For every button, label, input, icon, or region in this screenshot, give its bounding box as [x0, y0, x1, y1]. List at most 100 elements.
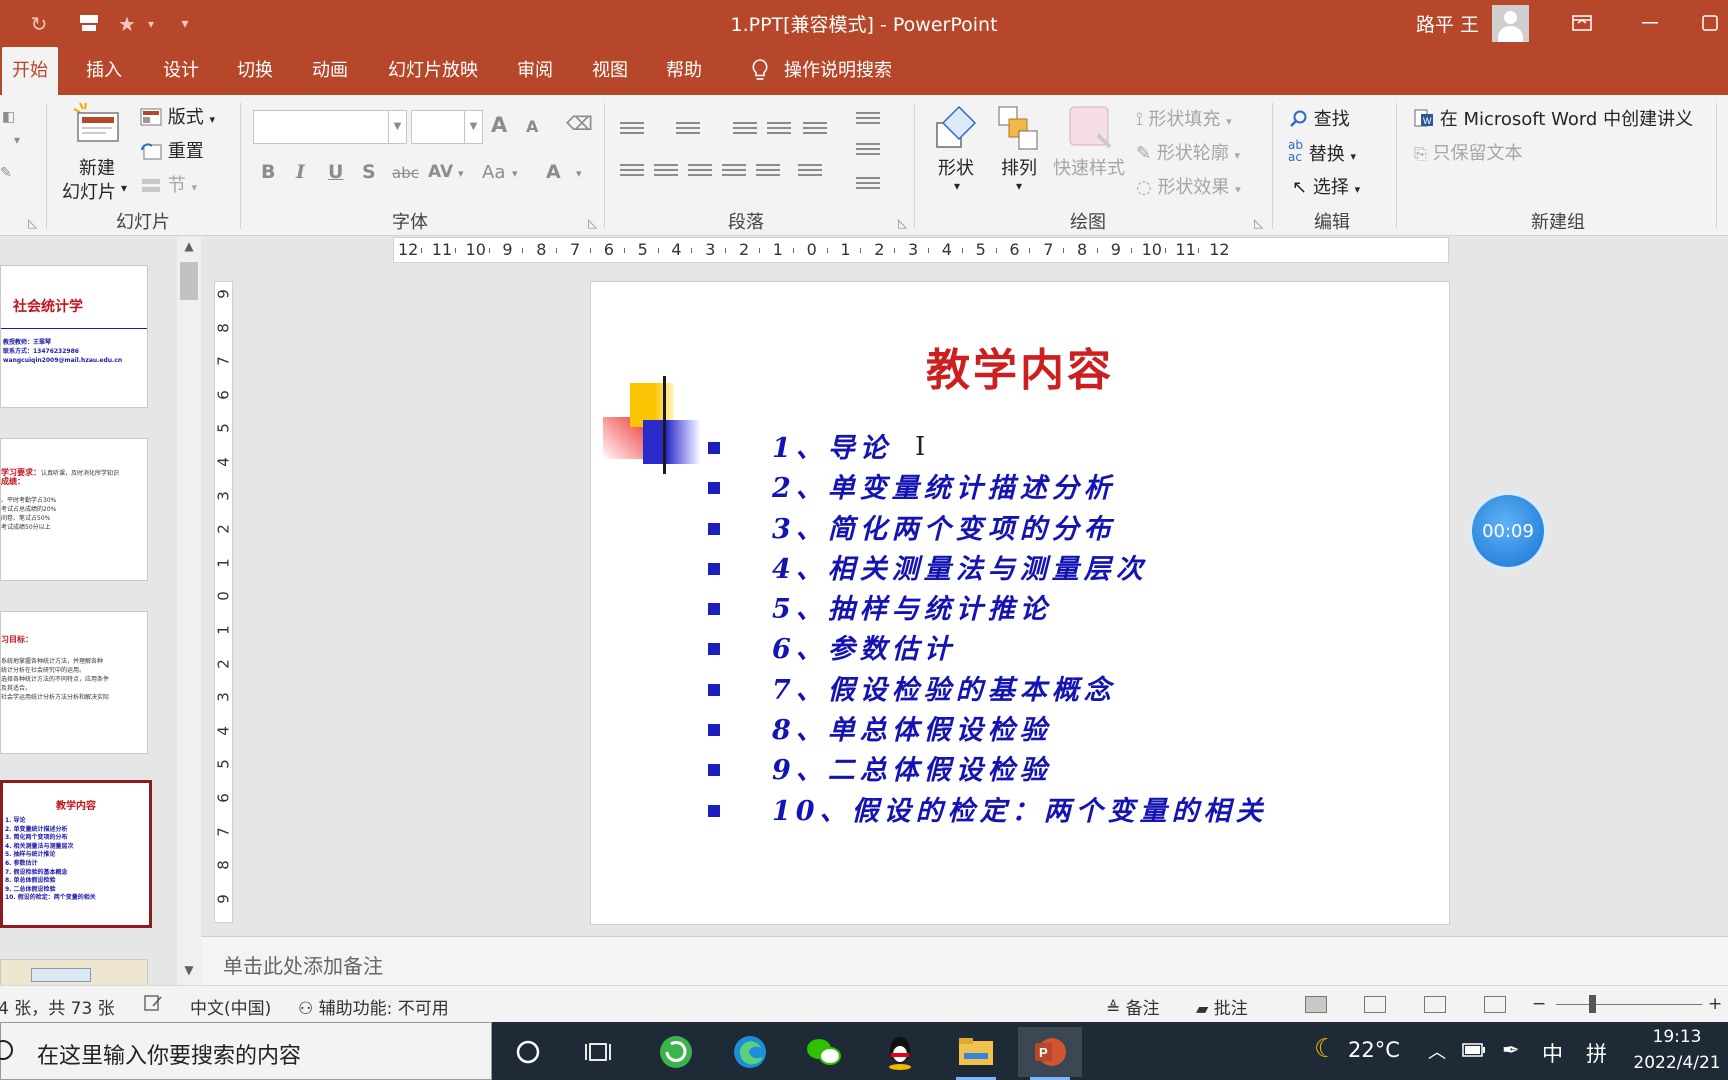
new-slide-label[interactable]: 新建 [79, 154, 115, 180]
notes-button[interactable]: ≜ 备注 [1106, 994, 1160, 1019]
dialog-launcher-icon[interactable]: ◺ [1254, 216, 1263, 230]
task-view-icon[interactable] [566, 1027, 630, 1077]
tab-view[interactable]: 视图 [582, 47, 638, 95]
increase-indent-icon[interactable] [767, 119, 791, 139]
font-color-button[interactable]: A [546, 161, 561, 183]
strikethrough-button[interactable]: abc [392, 164, 419, 182]
reading-view-icon[interactable] [1424, 996, 1446, 1013]
zoom-slider-thumb[interactable] [1589, 995, 1596, 1013]
slide-thumbnail-4[interactable]: 教学内容 1. 导论 2. 单变量统计描述分析 3. 简化两个变项的分布 4. … [0, 780, 152, 928]
powerpoint-icon[interactable]: P [1018, 1027, 1082, 1080]
minimize-icon[interactable] [1630, 8, 1670, 38]
slide-thumbnail-2[interactable]: 学习要求：认真听课，及时消化所学知识 成绩： 、平时考勤学占30% 考试占总成绩… [0, 438, 148, 581]
browser-360-icon[interactable] [644, 1027, 708, 1077]
line-spacing-icon[interactable] [803, 119, 827, 139]
chevron-down-icon[interactable]: ▾ [458, 167, 464, 180]
comments-button[interactable]: ▰ 批注 [1196, 994, 1248, 1019]
char-spacing-button[interactable]: AV [428, 162, 453, 182]
scroll-down-icon[interactable]: ▼ [177, 963, 201, 983]
section-button[interactable]: 节 ▾ [140, 171, 197, 197]
format-painter-icon[interactable]: ✎ [0, 165, 12, 181]
tab-transitions[interactable]: 切换 [227, 47, 283, 95]
ime-language[interactable]: 中 [1542, 1038, 1563, 1068]
align-text-icon[interactable] [856, 140, 880, 160]
clock-time[interactable]: 19:13 [1622, 1027, 1728, 1047]
keep-text-only-button[interactable]: ⎘ 只保留文本 [1414, 139, 1523, 165]
numbering-icon[interactable] [676, 119, 700, 139]
replace-button[interactable]: ab ac 替换 ▾ [1288, 139, 1356, 166]
shrink-font-button[interactable]: A [526, 117, 538, 136]
grow-font-button[interactable]: A [491, 113, 507, 137]
shapes-button[interactable]: 形状 [938, 154, 974, 180]
justify-icon[interactable] [722, 161, 746, 181]
shape-effects-button[interactable]: ◌ 形状效果 ▾ [1136, 173, 1241, 199]
create-handouts-button[interactable]: W 在 Microsoft Word 中创建讲义 [1414, 105, 1693, 131]
dialog-launcher-icon[interactable]: ◺ [28, 216, 37, 230]
weather-moon-icon[interactable]: ☾ [1314, 1034, 1337, 1064]
chevron-down-icon[interactable]: ▾ [512, 167, 518, 180]
slide-canvas[interactable]: 教学内容 1、导论 2、单变量统计描述分析 3、简化两个变项的分布 4、相关测量… [590, 281, 1450, 925]
chevron-down-icon[interactable]: ▾ [576, 167, 582, 180]
vertical-ruler[interactable]: 9 8 7 6 5 4 3 2 1 0 1 2 3 4 5 6 7 8 9 [214, 281, 233, 923]
find-button[interactable]: 查找 [1290, 105, 1350, 131]
tab-help[interactable]: 帮助 [656, 47, 712, 95]
battery-icon[interactable] [1462, 1038, 1486, 1062]
horizontal-ruler[interactable]: 12 11 10 9 8 7 6 5 4 3 2 1 0 1 2 3 4 5 6 7 8 9 10 11 12 [393, 237, 1449, 263]
slide-title[interactable]: 教学内容 [591, 334, 1449, 398]
align-center-icon[interactable] [654, 161, 678, 181]
scrollbar-thumb[interactable] [180, 262, 198, 300]
edge-icon[interactable] [718, 1027, 782, 1077]
italic-button[interactable]: I [296, 161, 305, 183]
language-indicator[interactable]: 中文(中国) [190, 994, 271, 1019]
taskbar-search-box[interactable]: 在这里输入你要搜索的内容 [0, 1022, 492, 1080]
tell-me-search[interactable]: 操作说明搜索 [774, 47, 902, 95]
wechat-icon[interactable] [792, 1027, 856, 1077]
tab-animations[interactable]: 动画 [302, 47, 358, 95]
chevron-down-icon[interactable]: ▾ [954, 179, 960, 193]
slide-count[interactable]: 4 张，共 73 张 [0, 994, 115, 1019]
new-slide-label-2[interactable]: 幻灯片 [62, 178, 116, 204]
chevron-down-icon[interactable]: ▾ [1016, 179, 1022, 193]
cortana-icon[interactable] [496, 1027, 560, 1077]
text-shadow-button[interactable]: S [362, 161, 376, 183]
maximize-icon[interactable] [1690, 8, 1728, 38]
scroll-up-icon[interactable]: ▲ [177, 239, 201, 259]
font-name-combo[interactable]: ▼ [253, 110, 407, 144]
show-hidden-icons-icon[interactable]: ︿ [1428, 1038, 1446, 1064]
normal-view-icon[interactable] [1305, 996, 1327, 1013]
shape-fill-button[interactable]: ⟟ 形状填充 ▾ [1136, 105, 1232, 131]
align-left-icon[interactable] [620, 161, 644, 181]
tab-review[interactable]: 审阅 [507, 47, 563, 95]
arrange-button[interactable]: 排列 [1001, 154, 1037, 180]
avatar[interactable] [1492, 5, 1529, 42]
dialog-launcher-icon[interactable]: ◺ [898, 216, 907, 230]
quick-styles-icon[interactable] [1068, 105, 1114, 156]
weather-temperature[interactable]: 22°C [1348, 1038, 1400, 1062]
shapes-icon[interactable] [933, 105, 981, 156]
decrease-indent-icon[interactable] [733, 119, 757, 139]
arrange-icon[interactable] [997, 105, 1041, 156]
columns-icon[interactable] [798, 161, 822, 181]
zoom-in-button[interactable]: + [1708, 994, 1722, 1014]
tab-slideshow[interactable]: 幻灯片放映 [378, 47, 488, 95]
taskbar-search-input[interactable]: 在这里输入你要搜索的内容 [37, 1038, 301, 1070]
pen-icon[interactable]: ✒ [1502, 1038, 1520, 1062]
distributed-icon[interactable] [756, 161, 780, 181]
slide-thumbnail-1[interactable]: 社会统计学 教授教师：王翠琴 联系方式：13476232986 wangcuiq… [0, 265, 148, 408]
zoom-slider[interactable] [1556, 1004, 1702, 1005]
new-slide-icon[interactable] [72, 101, 122, 148]
slide-sorter-icon[interactable] [1364, 996, 1386, 1013]
quick-styles-button[interactable]: 快速样式 [1053, 154, 1125, 180]
notes-pane[interactable]: 单击此处添加备注 [201, 936, 1728, 985]
tab-insert[interactable]: 插入 [76, 47, 132, 95]
qq-icon[interactable] [868, 1027, 932, 1077]
tab-design[interactable]: 设计 [153, 47, 209, 95]
chevron-down-icon[interactable]: ▾ [121, 181, 127, 195]
align-right-icon[interactable] [688, 161, 712, 181]
select-button[interactable]: ↖ 选择 ▾ [1292, 173, 1360, 199]
reset-button[interactable]: 重置 [140, 137, 204, 163]
ribbon-display-icon[interactable] [1562, 8, 1602, 38]
accessibility-status[interactable]: ⚇ 辅助功能: 不可用 [298, 994, 449, 1019]
change-case-button[interactable]: Aa [482, 162, 505, 183]
bullets-icon[interactable] [620, 119, 644, 139]
